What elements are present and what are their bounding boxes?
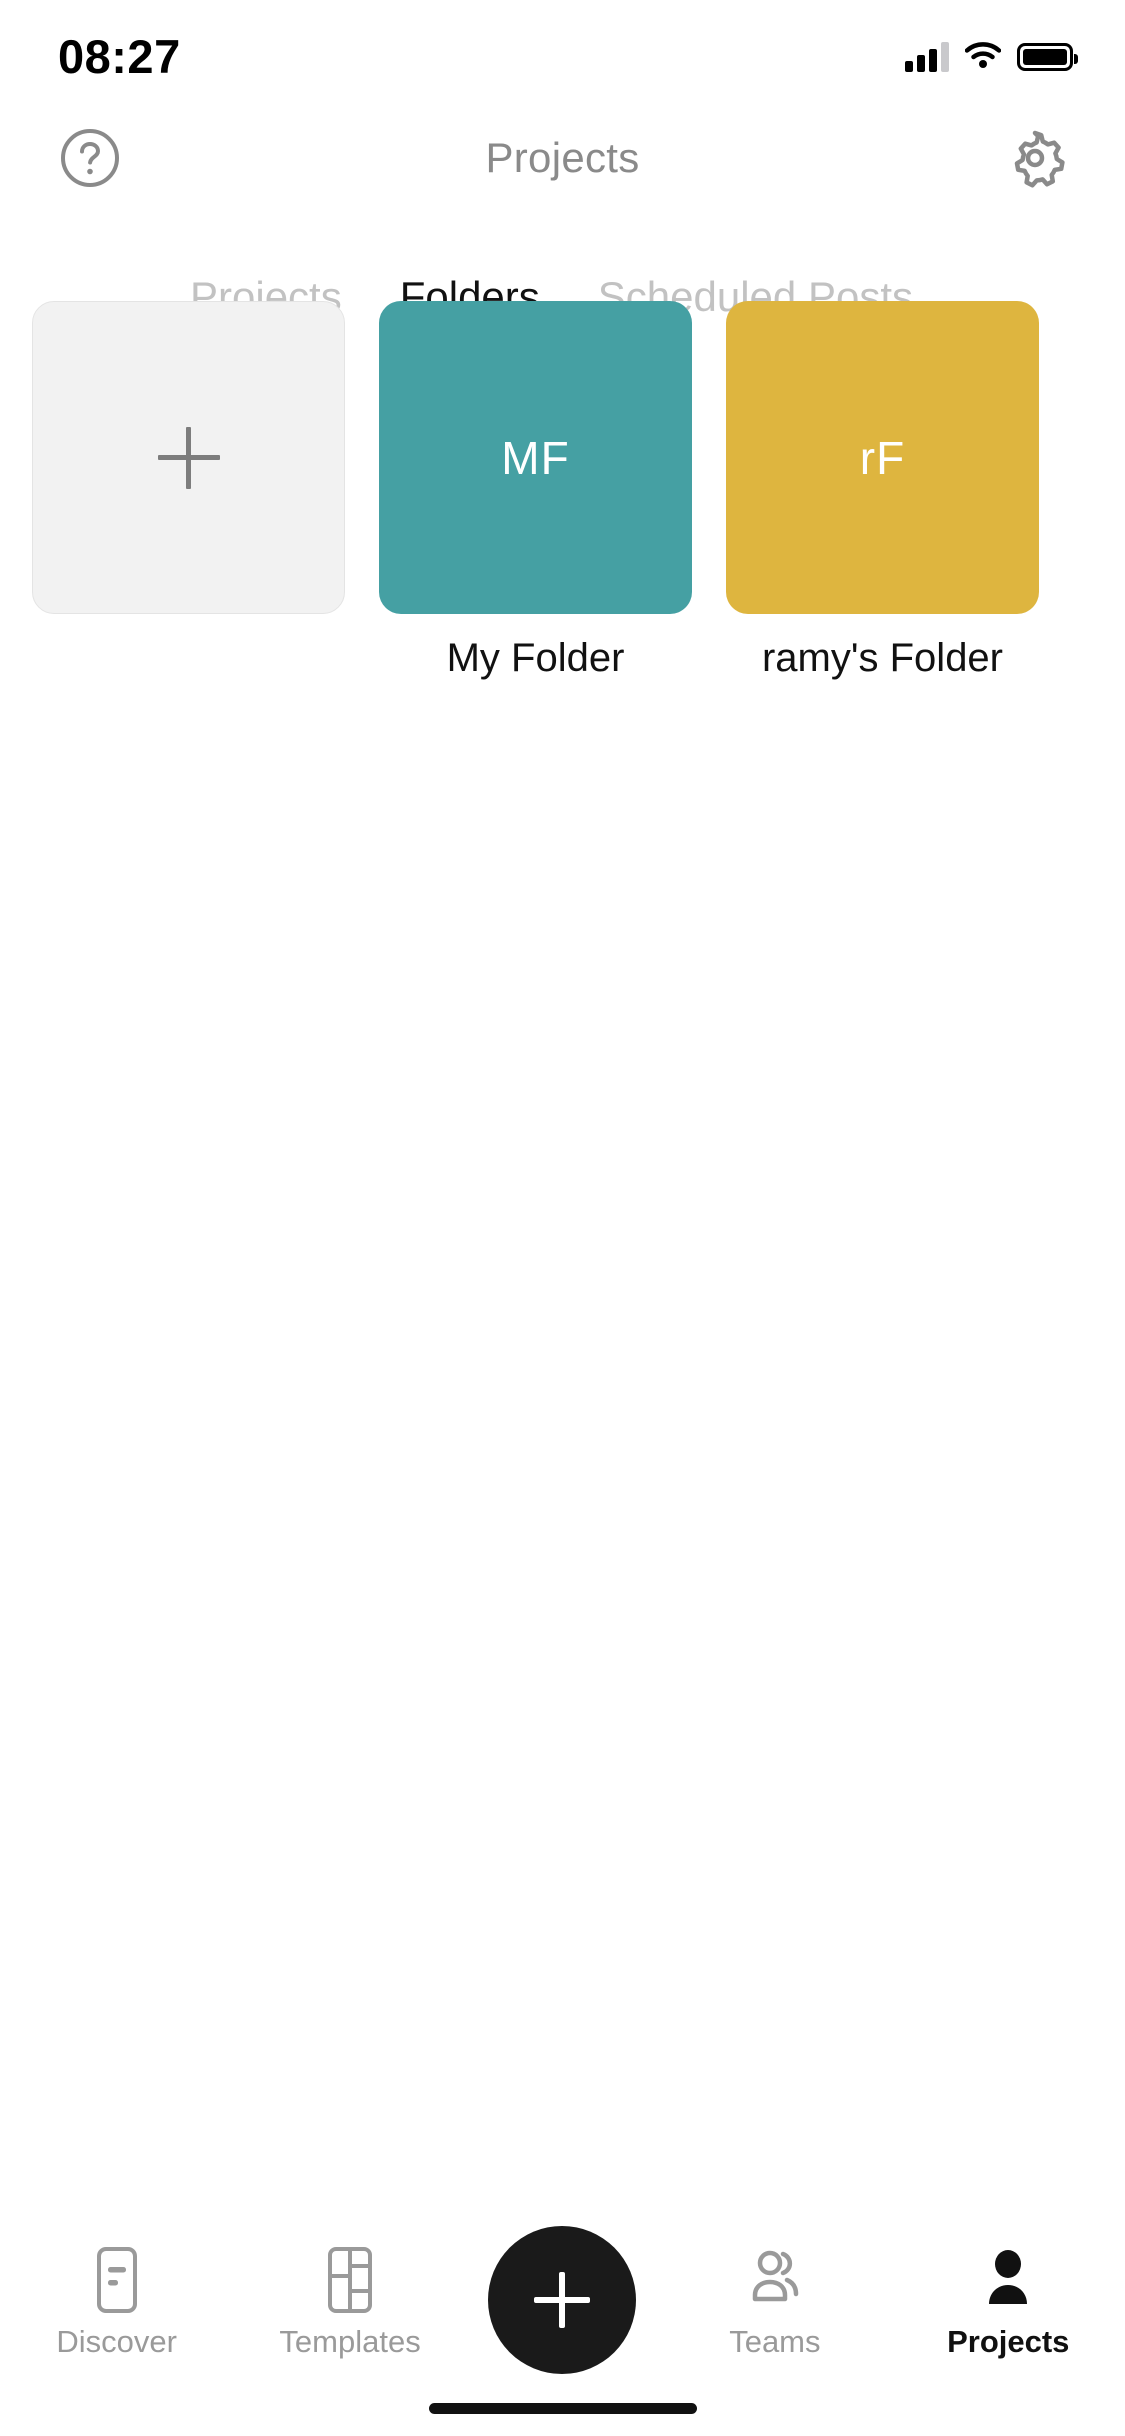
document-icon (87, 2242, 147, 2318)
add-folder-button[interactable] (32, 301, 345, 614)
people-icon (739, 2242, 811, 2318)
nav-item-discover[interactable]: Discover (22, 2242, 212, 2357)
battery-icon (1017, 43, 1078, 71)
status-icons (905, 41, 1078, 74)
nav-item-templates[interactable]: Templates (255, 2242, 445, 2357)
app-screen: 08:27 Projects Projects Folders Schedule… (0, 0, 1125, 2436)
create-new-button[interactable] (488, 2226, 637, 2374)
help-button[interactable] (44, 112, 136, 204)
folder-initials: MF (501, 431, 570, 484)
nav-label-projects: Projects (947, 2324, 1070, 2359)
folder-tile-my-folder[interactable]: MF (379, 301, 692, 614)
status-bar: 08:27 (0, 0, 1125, 100)
folder-label: My Folder (446, 636, 625, 680)
grid-cell-add (32, 301, 345, 681)
help-circle-icon (61, 128, 119, 187)
nav-item-projects[interactable]: Projects (913, 2242, 1103, 2357)
grid-cell-folder: rF ramy's Folder (726, 301, 1039, 681)
gear-icon (1014, 130, 1065, 188)
status-time: 08:27 (58, 29, 181, 83)
grid-cell-folder: MF My Folder (379, 301, 692, 681)
header-bar: Projects (0, 100, 1125, 215)
folder-tile-ramys-folder[interactable]: rF (726, 301, 1039, 614)
folder-grid: MF My Folder rF ramy's Folder (0, 301, 1125, 716)
nav-label-discover: Discover (56, 2324, 177, 2359)
cellular-signal-icon (905, 42, 949, 72)
nav-label-templates: Templates (279, 2324, 421, 2359)
nav-item-teams[interactable]: Teams (680, 2242, 870, 2357)
folder-label: ramy's Folder (761, 636, 1003, 680)
folder-initials: rF (859, 431, 906, 484)
plus-icon (157, 426, 220, 489)
wifi-icon (964, 41, 1002, 74)
plus-icon (534, 2272, 591, 2328)
settings-button[interactable] (989, 112, 1081, 204)
person-icon (977, 2242, 1039, 2318)
grid-layout-icon (319, 2242, 381, 2318)
page-title: Projects (485, 133, 640, 181)
nav-label-teams: Teams (729, 2324, 821, 2359)
home-indicator (428, 2403, 697, 2414)
